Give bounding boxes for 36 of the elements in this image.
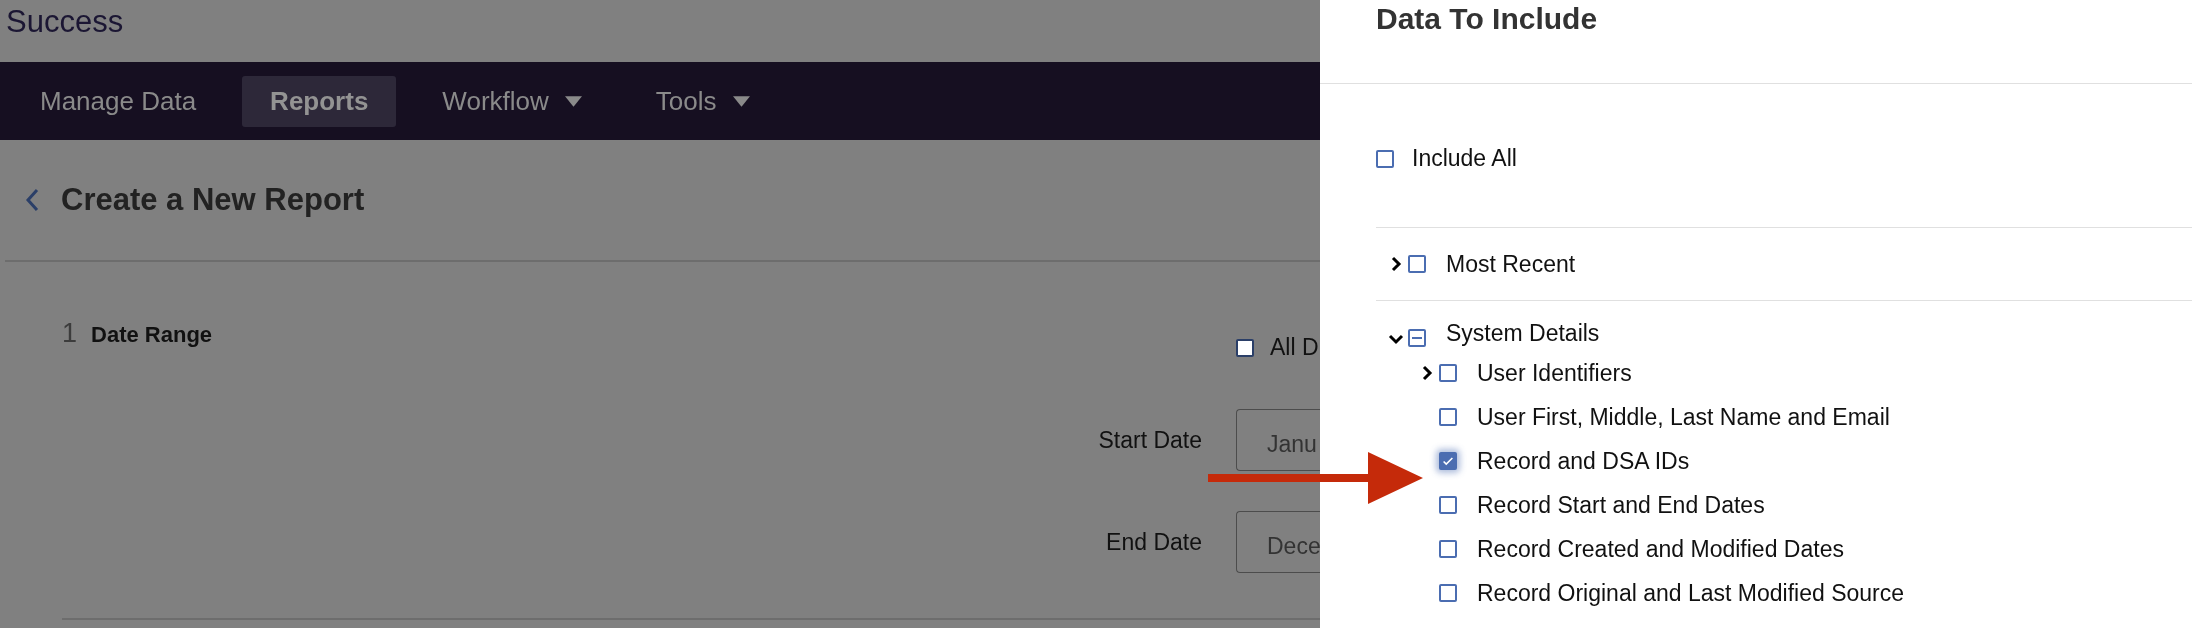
checkbox[interactable] [1439,364,1457,382]
checkbox[interactable] [1376,149,1394,168]
nav-tab[interactable]: Manage Data [12,75,225,127]
checkbox-label: All D [1270,334,1319,361]
panel-title: Data To Include [1376,2,1599,36]
checkbox[interactable] [1408,329,1426,347]
tree-item-label: Record and DSA IDs [1477,447,1690,475]
tree-item-label: User First, Middle, Last Name and Email [1477,403,1890,431]
tree-item-label: Most Recent [1446,250,1576,278]
tree-item-label: System Details [1446,320,1600,347]
back-icon[interactable] [25,188,39,212]
tree-item-label: Record Start and End Dates [1477,491,1765,519]
page-title: Create a New Report [61,182,365,218]
tree-item-label: Record Original and Last Modified Source [1477,579,1904,607]
arrow-icon [1208,452,1423,504]
field-label: End Date [1106,528,1202,556]
section-title: Date Range [91,322,213,348]
tree-item-label: Record Created and Modified Dates [1477,535,1844,563]
field-label: Start Date [1098,426,1202,454]
nav-tab[interactable]: Reports [242,75,397,127]
checkbox[interactable] [1439,452,1457,470]
app-title: Success [5,3,125,41]
caret-icon [564,95,582,107]
step-number: 1 [62,318,78,349]
checkbox[interactable] [1408,255,1426,273]
nav-tab[interactable]: Tools [627,75,778,127]
caret-icon [732,95,750,107]
checkbox[interactable] [1236,338,1254,357]
minus-icon [1412,337,1422,339]
nav-tab[interactable]: Workflow [414,75,610,127]
checkbox-label: Include All [1412,145,1517,172]
checkbox[interactable] [1439,496,1457,514]
checkbox[interactable] [1439,540,1457,558]
checkbox[interactable] [1439,408,1457,426]
tree-item-label: User Identifiers [1477,359,1632,387]
checkbox[interactable] [1439,584,1457,602]
